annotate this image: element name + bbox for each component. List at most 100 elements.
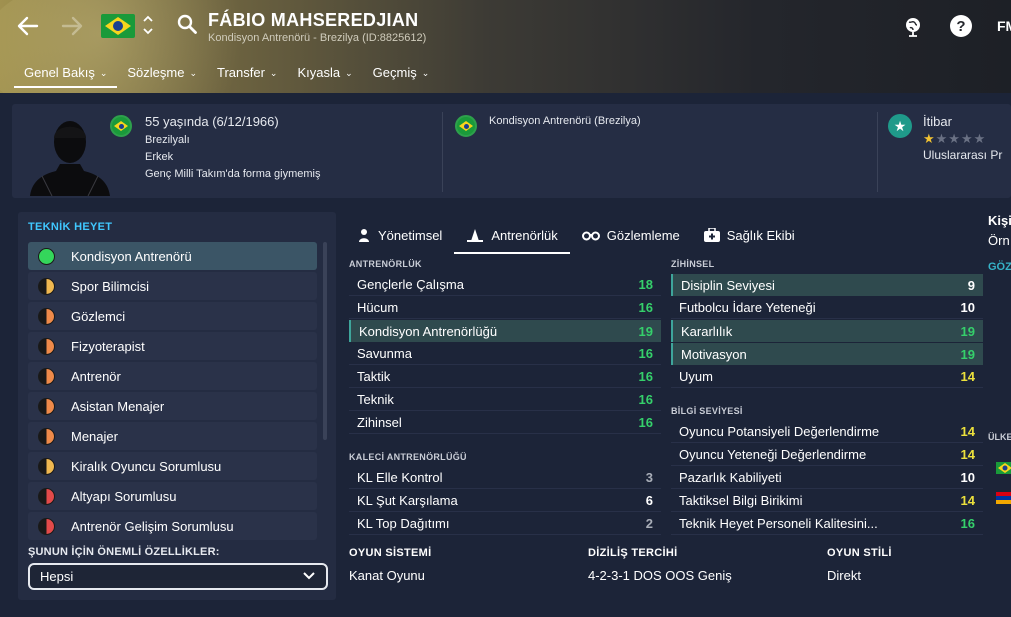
person-icon	[357, 228, 371, 242]
staff-item[interactable]: Spor Bilimcisi	[28, 272, 317, 300]
attribute-row: Kararlılık 19	[671, 320, 983, 342]
tab-label: Gözlemleme	[606, 227, 680, 243]
fm-logo[interactable]: FM	[997, 18, 1011, 34]
tab-label: Sağlık Ekibi	[726, 227, 795, 243]
attribute-value: 16	[638, 369, 653, 384]
age-text: 55 yaşında (6/12/1966)	[145, 114, 279, 129]
tab-gozlemleme[interactable]: Gözlemleme	[570, 218, 692, 252]
nationality-flag-icon	[110, 115, 132, 137]
attribute-row: Teknik Heyet Personeli Kalitesini... 16	[671, 513, 983, 535]
attribute-row: KL Top Dağıtımı 2	[349, 513, 661, 535]
avatar	[28, 112, 112, 197]
reputation-star-icon: ★	[888, 114, 912, 138]
divider	[877, 112, 878, 192]
attribute-value: 10	[960, 470, 975, 485]
attribute-value: 9	[967, 277, 975, 293]
attribute-value: 16	[638, 346, 653, 361]
scrollbar[interactable]	[323, 242, 327, 440]
forward-arrow-icon[interactable]	[58, 12, 86, 40]
attribute-label: Taktik	[357, 369, 391, 384]
gk-coaching-heading: KALECİ ANTRENÖRLÜĞÜ	[349, 452, 467, 462]
staff-item-label: Kondisyon Antrenörü	[71, 248, 192, 264]
formation-value: 4-2-3-1 DOS OOS Geniş	[588, 568, 732, 583]
attribute-value: 19	[960, 346, 975, 362]
staff-item-label: Antrenör Gelişim Sorumlusu	[71, 518, 234, 534]
staff-item[interactable]: Gözlemci	[28, 302, 317, 330]
attribute-value: 16	[638, 415, 653, 430]
playing-system-label: OYUN SİSTEMİ	[349, 547, 432, 559]
tab-antrenorluk[interactable]: Antrenörlük	[454, 218, 571, 254]
attribute-value: 18	[638, 277, 653, 292]
tab-yonetimsel[interactable]: Yönetimsel	[345, 218, 454, 252]
staff-item[interactable]: Fizyoterapist	[28, 332, 317, 360]
attribute-label: KL Top Dağıtımı	[357, 516, 450, 531]
svg-text:?: ?	[956, 18, 965, 35]
attribute-row: Futbolcu İdare Yeteneği 10	[671, 297, 983, 319]
attributes-filter-dropdown[interactable]: Hepsi	[28, 563, 328, 590]
attribute-label: Gençlerle Çalışma	[357, 277, 464, 292]
attribute-row: Hücum 16	[349, 297, 661, 319]
attribute-row: Zihinsel 16	[349, 412, 661, 434]
help-icon[interactable]: ?	[949, 14, 973, 38]
attribute-value: 16	[638, 300, 653, 315]
staff-item[interactable]: Kondisyon Antrenörü	[28, 242, 317, 270]
staff-item-label: Fizyoterapist	[71, 338, 145, 354]
attribute-label: Pazarlık Kabiliyeti	[679, 470, 782, 485]
staff-item[interactable]: Antrenör	[28, 362, 317, 390]
staff-subtitle: Kondisyon Antrenörü - Brezilya (ID:88256…	[208, 32, 427, 44]
coach-icon	[466, 228, 484, 242]
main-tabs: Genel Bakış ⌄ Sözleşme ⌄ Transfer ⌄ Kıyasla…	[14, 62, 439, 88]
chevron-down-icon	[302, 569, 316, 584]
attribute-value: 14	[960, 493, 975, 508]
attribute-label: Teknik	[357, 392, 394, 407]
reputation-stars: ★★★★★	[923, 131, 987, 146]
status-dot-icon	[38, 367, 55, 385]
mental-heading: ZİHİNSEL	[671, 259, 715, 269]
back-arrow-icon[interactable]	[14, 12, 42, 40]
divider	[442, 112, 443, 192]
playing-style-label: OYUN STİLİ	[827, 547, 892, 559]
up-down-icon[interactable]	[142, 13, 154, 40]
youth-caps-text: Genç Milli Takım'da forma giymemiş	[145, 168, 321, 180]
right-panel-countries: ÜLKE	[988, 432, 1011, 442]
tab-sozlesme[interactable]: Sözleşme ⌄	[117, 62, 207, 88]
attribute-label: Futbolcu İdare Yeteneği	[679, 300, 816, 315]
attribute-row: Disiplin Seviyesi 9	[671, 274, 983, 296]
right-panel-text: Örn	[988, 233, 1010, 248]
attribute-label: Zihinsel	[357, 415, 402, 430]
attribute-row: Kondisyon Antrenörlüğü 19	[349, 320, 661, 342]
staff-item[interactable]: Antrenör Gelişim Sorumlusu	[28, 512, 317, 540]
staff-item[interactable]: Kiralık Oyuncu Sorumlusu	[28, 452, 317, 480]
armenia-flag-icon	[996, 491, 1011, 504]
staff-item[interactable]: Altyapı Sorumlusu	[28, 482, 317, 510]
staff-item-label: Altyapı Sorumlusu	[71, 488, 177, 504]
dropdown-value: Hepsi	[40, 569, 74, 584]
attribute-label: Uyum	[679, 369, 713, 384]
profile-info-bar: 55 yaşında (6/12/1966) Brezilyalı Erkek …	[12, 104, 1011, 198]
status-dot-icon	[38, 487, 55, 505]
attribute-row: Taktik 16	[349, 366, 661, 388]
attribute-label: Oyuncu Yeteneği Değerlendirme	[679, 447, 867, 462]
staff-item-label: Antrenör	[71, 368, 121, 384]
attribute-label: KL Elle Kontrol	[357, 470, 443, 485]
attribute-label: Savunma	[357, 346, 412, 361]
tab-transfer[interactable]: Transfer ⌄	[207, 62, 287, 88]
knowledge-heading: BİLGİ SEVİYESİ	[671, 406, 743, 416]
brazil-flag-icon	[996, 461, 1011, 474]
attribute-value: 6	[645, 493, 653, 508]
staff-item[interactable]: Menajer	[28, 422, 317, 450]
tab-kiyasla[interactable]: Kıyasla ⌄	[287, 62, 362, 88]
right-panel-section: GÖZ	[988, 261, 1011, 273]
tab-saglik-ekibi[interactable]: Sağlık Ekibi	[692, 218, 807, 252]
search-icon[interactable]	[176, 13, 198, 35]
chevron-down-icon: ⌄	[269, 68, 278, 78]
reputation-label: İtibar	[923, 114, 952, 129]
world-icon[interactable]	[902, 14, 926, 38]
tab-genel-bakis[interactable]: Genel Bakış ⌄	[14, 62, 118, 88]
staff-item[interactable]: Asistan Menajer	[28, 392, 317, 420]
staff-item-label: Spor Bilimcisi	[71, 278, 150, 294]
attribute-value: 14	[960, 447, 975, 462]
role-text: Kondisyon Antrenörü (Brezilya)	[489, 115, 641, 127]
tab-gecmis[interactable]: Geçmiş ⌄	[363, 62, 440, 88]
attribute-label: Taktiksel Bilgi Birikimi	[679, 493, 803, 508]
